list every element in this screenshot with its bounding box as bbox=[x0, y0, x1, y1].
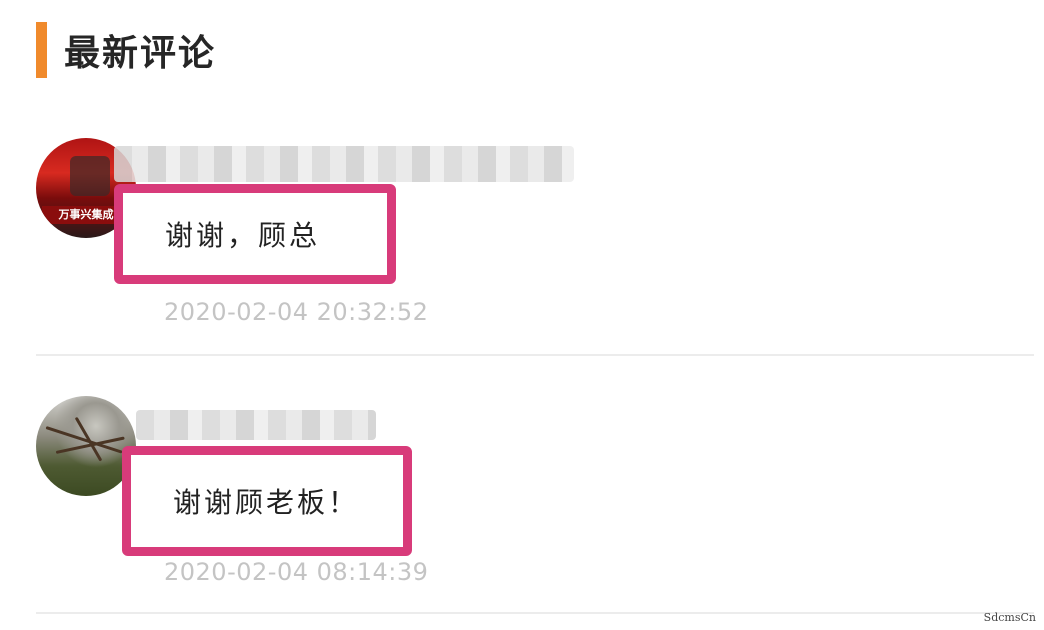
avatar-photo bbox=[70, 156, 110, 196]
watermark: SdcmsCn bbox=[983, 611, 1036, 624]
comments-page: 最新评论 万事兴集成 谢谢，顾总 2020-02-04 20:32:52 谢谢顾… bbox=[0, 0, 1044, 630]
divider bbox=[36, 612, 1034, 614]
comment-timestamp: 2020-02-04 08:14:39 bbox=[164, 558, 429, 586]
header-accent-bar bbox=[36, 22, 47, 78]
avatar-icon[interactable] bbox=[36, 396, 136, 496]
divider bbox=[36, 354, 1034, 356]
username-blurred bbox=[114, 146, 574, 182]
username-blurred bbox=[136, 410, 376, 440]
comment-content-box: 谢谢顾老板！ bbox=[122, 446, 412, 556]
comment-item: 谢谢顾老板！ 2020-02-04 08:14:39 bbox=[36, 396, 1034, 614]
comment-timestamp: 2020-02-04 20:32:52 bbox=[164, 298, 429, 326]
comment-item: 万事兴集成 谢谢，顾总 2020-02-04 20:32:52 bbox=[36, 138, 1034, 356]
comment-content-box: 谢谢，顾总 bbox=[114, 184, 396, 284]
comment-text: 谢谢，顾总 bbox=[165, 219, 321, 252]
section-title: 最新评论 bbox=[64, 33, 217, 74]
section-header: 最新评论 bbox=[36, 22, 216, 78]
comment-text: 谢谢顾老板！ bbox=[173, 486, 360, 519]
